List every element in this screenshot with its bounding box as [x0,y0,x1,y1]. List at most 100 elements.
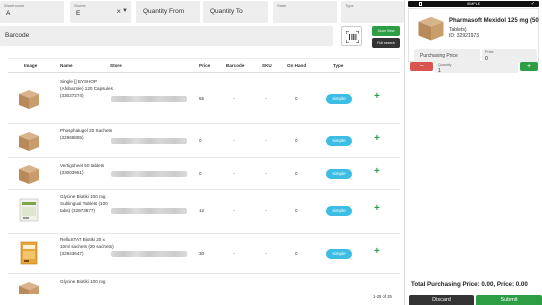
price-field[interactable]: Price 0 [482,49,537,63]
inventory-app: Warehouse A Stores E × ▼ Quantity From Q… [0,0,542,305]
stores-select[interactable]: Stores E × ▼ [70,1,131,23]
cart-header: SIMPLE ✓ [408,1,539,7]
barcode-value: - [233,171,235,176]
on-hand-value: 0 [295,96,298,101]
type-badge: simple [326,136,352,146]
box-icon [418,16,444,41]
table-header: Image Name Store Price Barcode SKU On Ha… [8,59,400,73]
barcode-scan-button[interactable] [341,26,362,46]
barcode-placeholder: Barcode [5,32,30,39]
stores-value: E [76,10,81,17]
sku-value: - [265,138,267,143]
store-value-redacted [111,138,187,144]
on-hand-value: 0 [295,138,298,143]
price-value: 55 [199,96,205,101]
clear-icon[interactable]: × [116,7,121,16]
warehouse-value: A [6,10,11,17]
purchasing-price-input[interactable]: Purchasing Price [414,49,480,63]
add-to-cart-icon[interactable]: + [374,166,380,177]
price-label: Price [485,50,494,54]
barcode-value: - [233,251,235,256]
product-package-icon [20,241,38,265]
sku-value: - [265,96,267,101]
check-icon[interactable]: ✓ [531,1,535,7]
quantity-input[interactable]: Quantity 1 [435,62,518,74]
increase-quantity-button[interactable]: + [520,62,538,71]
quantity-from-placeholder: Quantity From [143,8,185,15]
col-sku: SKU [262,63,272,68]
col-type: Type [333,63,344,68]
table-row[interactable]: Single [] BYSHOP (Afobazole) 120 Capsule… [8,73,400,124]
quantity-from-input[interactable]: Quantity From [136,1,200,23]
add-to-cart-icon[interactable]: + [374,203,380,214]
store-value-redacted [111,251,187,257]
type-badge: simple [326,94,352,104]
price-value: 30 [199,251,205,256]
warehouse-select[interactable]: Warehouse A [0,1,64,23]
price-value: 0 [199,138,202,143]
cart-header-title: SIMPLE [466,2,481,6]
state-select[interactable]: State [273,1,337,23]
sku-value: - [265,208,267,213]
col-store: Store [110,63,122,68]
type-badge: simple [326,206,352,216]
table-row[interactable]: Vertigoheel 50 tablets (33003951) 0 - - … [8,158,400,190]
product-name: Vertigoheel 50 tablets (33003951) [60,163,105,175]
col-price: Price [199,63,211,68]
warehouse-label: Warehouse [4,3,25,8]
filter-bar: Warehouse A Stores E × ▼ Quantity From Q… [0,0,404,24]
type-select[interactable]: Type [341,1,404,23]
purchasing-price-placeholder: Purchasing Price [420,53,458,59]
cart-item-id: ID: 32921973 [449,33,480,39]
type-label: Type [345,3,354,8]
decrease-quantity-button[interactable]: − [410,62,433,71]
store-value-redacted [111,208,187,214]
on-hand-value: 0 [295,208,298,213]
table-row[interactable]: Phosphalugel 20 Sachets (32966855) 0 - -… [8,124,400,158]
products-table: Image Name Store Price Barcode SKU On Ha… [8,58,400,294]
scan-view-button[interactable]: Scan View [372,26,400,36]
product-name: Phosphalugel 20 Sachets (32966855) [60,128,113,140]
table-row[interactable]: Glycine Biotiki 100 mg [8,274,400,294]
barcode-input[interactable]: Barcode [0,26,333,46]
cart-item-name: Pharmasoft Mexidol 125 mg (50 [449,18,539,24]
col-name: Name [60,63,73,68]
quantity-value: 1 [438,68,441,74]
state-label: State [277,3,287,8]
pagination-status: 1-25 of 25 [373,294,392,299]
product-browser: Warehouse A Stores E × ▼ Quantity From Q… [0,0,404,305]
full-search-button[interactable]: Full search [372,38,400,48]
table-row[interactable]: RelluSTAT Biotiki 20 x 10ml sachets (20 … [8,234,400,274]
discard-button[interactable]: Discard [409,295,474,305]
price-value: 0 [199,171,202,176]
product-name: RelluSTAT Biotiki 20 x 10ml sachets (20 … [60,237,114,256]
quantity-to-input[interactable]: Quantity To [203,1,268,23]
price-value: 12 [199,208,205,213]
store-value-redacted [111,96,187,102]
sku-value: - [265,251,267,256]
cart-item: Pharmasoft Mexidol 125 mg (50 Tablets) I… [408,8,539,63]
add-to-cart-icon[interactable]: + [374,91,380,102]
product-name: Glycine Biotiki 100 mg [60,279,106,284]
barcode-scan-icon [346,31,359,43]
quantity-to-placeholder: Quantity To [210,8,243,15]
chevron-down-icon[interactable]: ▼ [122,8,128,14]
add-to-cart-icon[interactable]: + [374,246,380,257]
submit-button[interactable]: Submit [476,295,542,305]
col-image: Image [24,63,38,68]
add-to-cart-icon[interactable]: + [374,133,380,144]
on-hand-value: 0 [295,171,298,176]
barcode-value: - [233,138,235,143]
col-on-hand: On Hand [287,63,307,68]
type-badge: simple [326,249,352,259]
cart-panel: SIMPLE ✓ Pharmasoft Mexidol 125 mg (50 T… [405,0,542,305]
box-icon [19,132,39,151]
stores-label: Stores [74,3,86,8]
cart-totals: Total Purchasing Price: 0.00, Price: 0.0… [411,281,528,288]
quantity-label: Quantity [438,63,452,67]
table-row[interactable]: Glycine Biotiki 100 mg Sublingual Tablet… [8,190,400,234]
store-value-redacted [111,171,187,177]
barcode-value: - [233,96,235,101]
product-package-icon [19,198,39,222]
barcode-value: - [233,208,235,213]
